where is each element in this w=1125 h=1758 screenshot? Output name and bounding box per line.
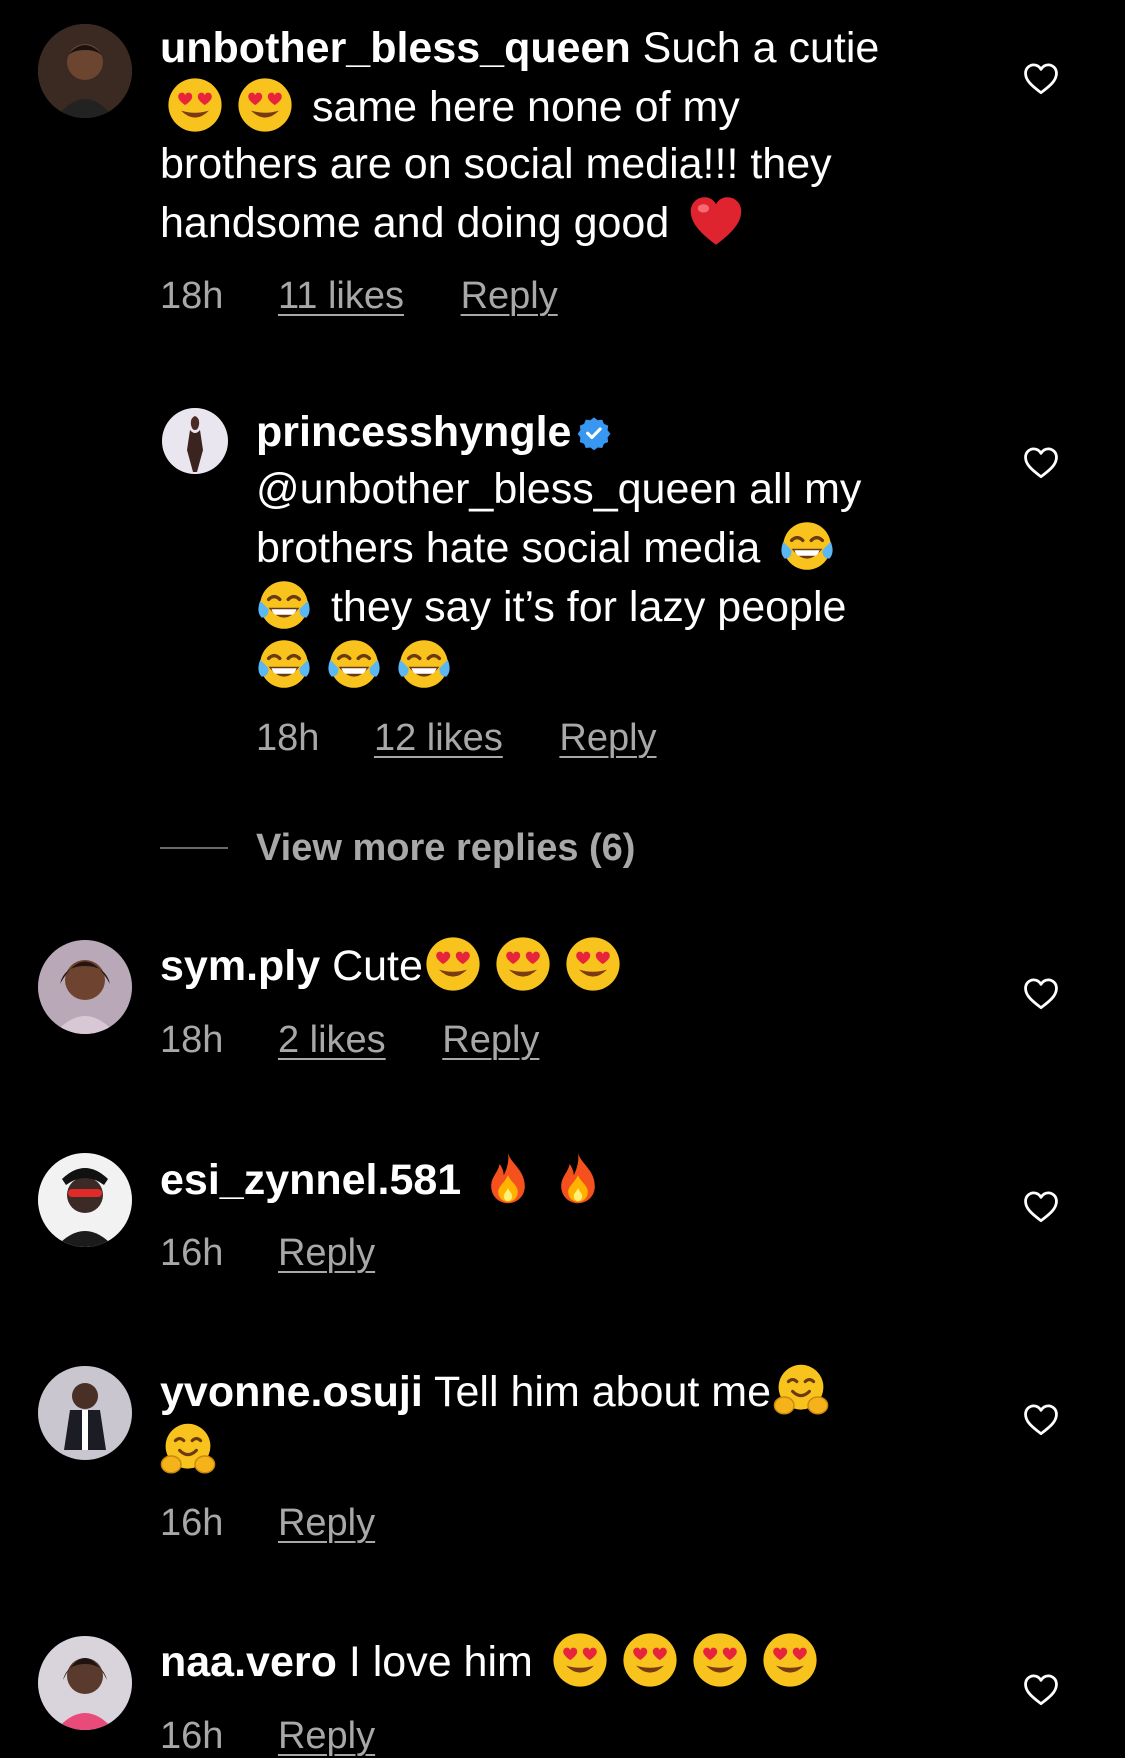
- comment-time: 16h: [160, 1502, 224, 1544]
- tears-of-joy-emoji: [326, 636, 382, 692]
- comment-time: 18h: [160, 275, 224, 317]
- comment-body: esi_zynnel.581: [160, 1150, 980, 1209]
- comment-username[interactable]: princesshyngle: [256, 408, 571, 456]
- comment-body: naa.vero I love him: [160, 1632, 980, 1691]
- verified-badge-icon: [578, 417, 611, 450]
- comment-body: yvonne.osuji Tell him about me: [160, 1362, 980, 1480]
- comment-username[interactable]: esi_zynnel.581: [160, 1156, 461, 1204]
- comment-text: same here none of my: [311, 83, 740, 131]
- comment-text: @unbother_bless_queen all my: [256, 465, 862, 513]
- likes-link[interactable]: 2 likes: [278, 1019, 386, 1061]
- comment-body: princesshyngle @unbother_bless_queen all…: [256, 404, 996, 695]
- comment-body: unbother_bless_queen Such a cutie same h…: [160, 20, 980, 252]
- avatar[interactable]: [38, 24, 132, 118]
- heart-eyes-emoji: [495, 936, 551, 992]
- heart-eyes-emoji: [425, 936, 481, 992]
- reply-button[interactable]: Reply: [461, 275, 558, 317]
- comment-username[interactable]: naa.vero: [160, 1638, 337, 1686]
- avatar[interactable]: [38, 1366, 132, 1460]
- reply-button[interactable]: Reply: [278, 1232, 375, 1274]
- comment-text: Tell him about me: [434, 1368, 772, 1416]
- heart-eyes-emoji: [167, 77, 223, 133]
- comment-meta: 16h Reply: [160, 1714, 421, 1758]
- comment-text: brothers hate social media: [256, 524, 761, 572]
- tears-of-joy-emoji: [396, 636, 452, 692]
- heart-eyes-emoji: [552, 1632, 608, 1688]
- heart-eyes-emoji: [565, 936, 621, 992]
- comment-text: handsome and doing good: [160, 199, 670, 247]
- tears-of-joy-emoji: [256, 636, 312, 692]
- divider-line: [160, 847, 228, 849]
- view-more-replies[interactable]: View more replies (6): [160, 826, 635, 870]
- comment-meta: 18h 11 likes Reply: [160, 274, 604, 318]
- heart-icon[interactable]: [1022, 1189, 1060, 1223]
- red-heart-emoji: [688, 193, 744, 249]
- heart-icon[interactable]: [1022, 61, 1060, 95]
- heart-icon[interactable]: [1022, 1672, 1060, 1706]
- fire-emoji: [480, 1150, 536, 1206]
- comment-meta: 18h 12 likes Reply: [256, 716, 703, 760]
- comment-username[interactable]: unbother_bless_queen: [160, 24, 631, 72]
- comment-time: 18h: [160, 1019, 224, 1061]
- heart-icon[interactable]: [1022, 445, 1060, 479]
- fire-emoji: [550, 1150, 606, 1206]
- heart-eyes-emoji: [622, 1632, 678, 1688]
- avatar[interactable]: [162, 408, 228, 474]
- tears-of-joy-emoji: [256, 577, 312, 633]
- tears-of-joy-emoji: [779, 518, 835, 574]
- comment-text: I love him: [348, 1638, 533, 1686]
- comment-meta: 16h Reply: [160, 1501, 421, 1545]
- comment-meta: 18h 2 likes Reply: [160, 1018, 585, 1062]
- heart-eyes-emoji: [692, 1632, 748, 1688]
- reply-button[interactable]: Reply: [278, 1715, 375, 1757]
- comment-text: brothers are on social media!!! they: [160, 140, 832, 188]
- hugging-face-emoji: [773, 1362, 829, 1418]
- heart-icon[interactable]: [1022, 1402, 1060, 1436]
- heart-icon[interactable]: [1022, 976, 1060, 1010]
- comment-text: Cute: [332, 942, 423, 990]
- comment-username[interactable]: sym.ply: [160, 942, 320, 990]
- comment-time: 18h: [256, 717, 320, 759]
- comment-body: sym.ply Cute: [160, 936, 980, 995]
- avatar[interactable]: [38, 1153, 132, 1247]
- view-more-replies-label[interactable]: View more replies (6): [256, 827, 635, 870]
- avatar[interactable]: [38, 1636, 132, 1730]
- reply-button[interactable]: Reply: [442, 1019, 539, 1061]
- comment-text: Such a cutie: [642, 24, 880, 72]
- heart-eyes-emoji: [762, 1632, 818, 1688]
- avatar[interactable]: [38, 940, 132, 1034]
- comment-meta: 16h Reply: [160, 1231, 421, 1275]
- comment-time: 16h: [160, 1232, 224, 1274]
- likes-link[interactable]: 12 likes: [374, 717, 503, 759]
- comment-time: 16h: [160, 1715, 224, 1757]
- likes-link[interactable]: 11 likes: [278, 275, 404, 317]
- heart-eyes-emoji: [237, 77, 293, 133]
- hugging-face-emoji: [160, 1421, 216, 1477]
- reply-button[interactable]: Reply: [278, 1502, 375, 1544]
- comment-username[interactable]: yvonne.osuji: [160, 1368, 423, 1416]
- comment-text: they say it’s for lazy people: [330, 583, 847, 631]
- reply-button[interactable]: Reply: [559, 717, 656, 759]
